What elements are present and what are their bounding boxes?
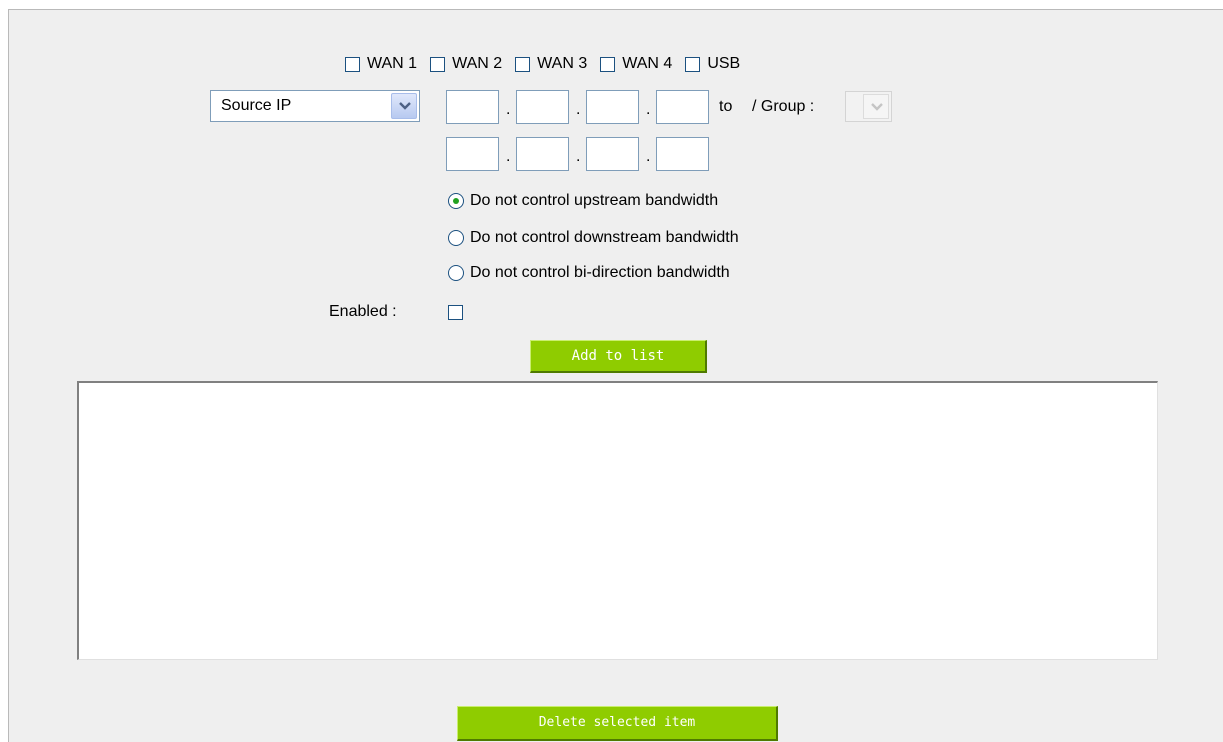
ip-dot: .	[506, 101, 511, 118]
wan-option-wan2[interactable]: WAN 2	[430, 55, 502, 73]
chevron-down-icon[interactable]	[391, 93, 417, 119]
ip-dot: .	[576, 101, 581, 118]
wan1-checkbox[interactable]	[345, 56, 360, 72]
start-ip-octet-4[interactable]	[656, 90, 709, 124]
start-ip-octet-3[interactable]	[586, 90, 639, 124]
bandwidth-option-downstream[interactable]: Do not control downstream bandwidth	[448, 229, 739, 247]
wan-interface-row: WAN 1 WAN 2 WAN 3 WAN 4 USB	[345, 55, 753, 73]
ip-type-select[interactable]: Source IP	[210, 90, 420, 122]
downstream-label: Do not control downstream bandwidth	[470, 229, 739, 246]
wan4-checkbox[interactable]	[600, 56, 616, 72]
usb-checkbox[interactable]	[685, 56, 701, 72]
start-ip-octet-2[interactable]	[516, 90, 569, 124]
ip-dot: .	[576, 148, 581, 165]
rule-listbox[interactable]	[77, 381, 1158, 660]
upstream-radio[interactable]	[448, 193, 464, 209]
wan-option-wan3[interactable]: WAN 3	[515, 55, 587, 73]
usb-label: USB	[707, 55, 741, 72]
wan2-label: WAN 2	[452, 55, 503, 72]
ip-type-select-value: Source IP	[221, 97, 292, 114]
bidirection-radio[interactable]	[448, 265, 464, 281]
enabled-checkbox[interactable]	[448, 305, 463, 320]
wan4-label: WAN 4	[622, 55, 673, 72]
end-ip-octet-1[interactable]	[446, 137, 499, 171]
bandwidth-option-upstream[interactable]: Do not control upstream bandwidth	[448, 192, 718, 210]
start-ip-octet-1[interactable]	[446, 90, 499, 124]
group-select[interactable]	[845, 91, 892, 122]
wan3-label: WAN 3	[537, 55, 588, 72]
bidirection-label: Do not control bi-direction bandwidth	[470, 264, 730, 281]
upstream-label: Do not control upstream bandwidth	[470, 192, 719, 209]
end-ip-octet-2[interactable]	[516, 137, 569, 171]
downstream-radio[interactable]	[448, 230, 464, 246]
enabled-label: Enabled :	[329, 303, 397, 320]
chevron-down-icon[interactable]	[863, 94, 889, 119]
group-label: / Group :	[752, 98, 815, 115]
wan-option-usb[interactable]: USB	[685, 55, 740, 73]
end-ip-octet-3[interactable]	[586, 137, 639, 171]
wan1-label: WAN 1	[367, 55, 418, 72]
add-to-list-button[interactable]: Add to list	[530, 340, 707, 373]
wan2-checkbox[interactable]	[430, 56, 446, 72]
ip-dot: .	[646, 148, 651, 165]
ip-dot: .	[646, 101, 651, 118]
bandwidth-option-bidirection[interactable]: Do not control bi-direction bandwidth	[448, 264, 730, 282]
delete-selected-item-button[interactable]: Delete selected item	[457, 706, 778, 741]
end-ip-octet-4[interactable]	[656, 137, 709, 171]
range-to-label: to	[719, 98, 733, 115]
wan3-checkbox[interactable]	[515, 56, 531, 72]
wan-option-wan1[interactable]: WAN 1	[345, 55, 417, 73]
wan-option-wan4[interactable]: WAN 4	[600, 55, 672, 73]
ip-dot: .	[506, 148, 511, 165]
